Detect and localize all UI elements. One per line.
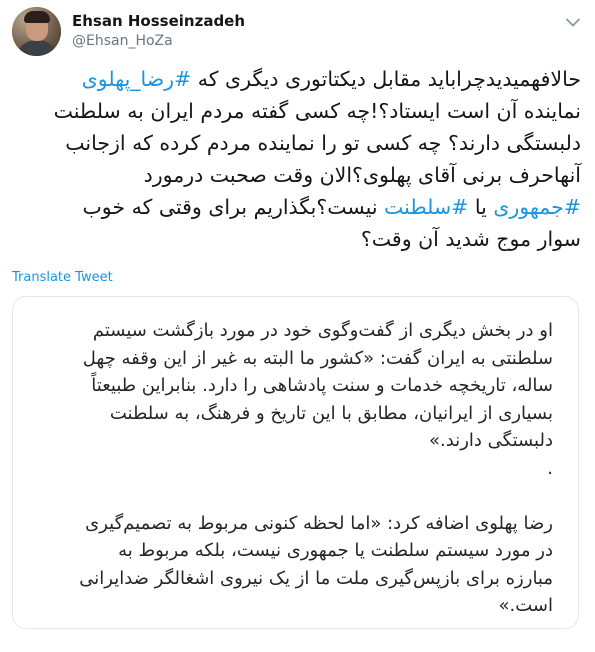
tweet-text-segment: نیست؟بگذاریم برای وقتی که خوب [82,195,385,219]
tweet-line: دلبستگی دارند؟ چه کسی تو را نماینده مردم… [12,127,581,159]
hashtag-link[interactable]: #رضا_پهلوی [82,67,192,91]
tweet-line: #جمهوری یا #سلطنت نیست؟بگذاریم برای وقتی… [12,191,582,223]
hashtag-link[interactable]: #سلطنت [384,195,468,219]
avatar[interactable] [12,7,61,56]
quoted-line: مبارزه برای بازپس‌گیری ملت ما از یک نیرو… [79,567,553,589]
quoted-line: او در بخش دیگری از گفت‌وگوی خود در مورد … [92,320,553,341]
quoted-line: . [547,457,553,479]
tweet-text-segment: آنهاحرف برنی آقای پهلوی؟الان وقت صحبت در… [143,163,581,187]
quoted-line: دلبستگی دارند.» [429,430,553,451]
tweet-text-segment: سوار موج شدید آن وقت؟ [360,227,581,251]
tweet-line: سوار موج شدید آن وقت؟ [12,223,581,255]
tweet-text-segment: حالافهمیدیدچراباید مقابل دیکتاتوری دیگری… [191,67,581,91]
author-handle[interactable]: @Ehsan_HoZa [72,33,173,49]
quoted-text: او در بخش دیگری از گفت‌وگوی خود در مورد … [53,317,553,620]
tweet-text-segment: یا [468,195,494,219]
translate-tweet-link[interactable]: Translate Tweet [12,270,113,285]
quoted-line: ساله، تاریخچه خدمات و سنت پادشاهی را دار… [91,375,553,396]
quoted-line: بسیاری از ایرانیان، مطابق با این تاریخ و… [109,402,553,424]
quoted-text-card[interactable]: او در بخش دیگری از گفت‌وگوی خود در مورد … [12,296,579,629]
quoted-line: است.» [498,595,554,616]
quoted-line [53,482,553,510]
chevron-down-icon[interactable] [561,10,585,34]
quoted-line: رضا پهلوی اضافه کرد: «اما لحظه کنونی مرب… [85,512,553,534]
tweet-line: حالافهمیدیدچراباید مقابل دیکتاتوری دیگری… [12,63,581,95]
tweet-line: آنهاحرف برنی آقای پهلوی؟الان وقت صحبت در… [12,159,581,191]
quoted-line: سلطنتی به ایران گفت: «کشور ما البته به غ… [82,347,553,369]
hashtag-link[interactable]: #جمهوری [493,195,581,219]
tweet-text: حالافهمیدیدچراباید مقابل دیکتاتوری دیگری… [12,63,581,255]
author-name[interactable]: Ehsan Hosseinzadeh [72,12,245,30]
tweet-line: نماینده آن است ایستاد؟!چه کسی گفته مردم … [12,95,581,127]
tweet-text-segment: نماینده آن است ایستاد؟!چه کسی گفته مردم … [53,99,581,123]
quoted-line: در مورد سیستم سلطنت یا جمهوری نیست، بلکه… [118,540,553,561]
tweet-text-segment: دلبستگی دارند؟ چه کسی تو را نماینده مردم… [65,131,581,155]
